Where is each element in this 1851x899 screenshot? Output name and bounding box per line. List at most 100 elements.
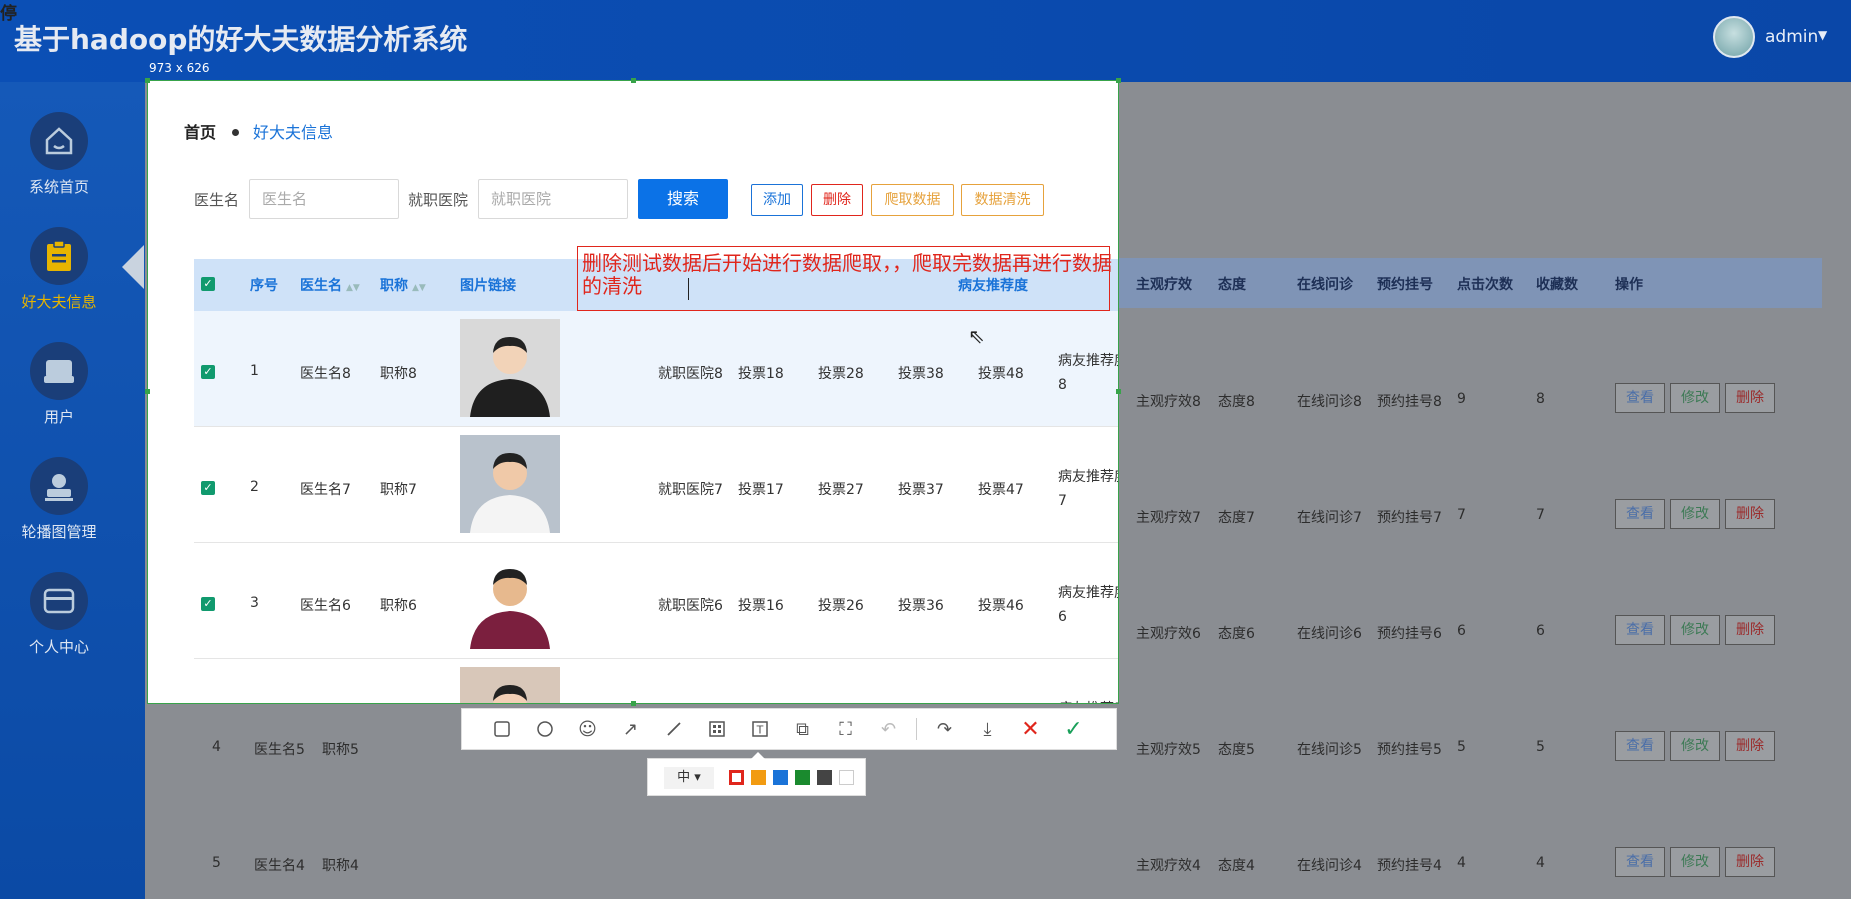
resize-handle[interactable] xyxy=(1116,389,1121,394)
row-edit-button[interactable]: 修改 xyxy=(1670,615,1720,645)
annotation-text[interactable]: 删除测试数据后开始进行数据爬取，，爬取完数据再进行数据的清洗 xyxy=(582,252,1112,298)
table-row[interactable] xyxy=(194,659,1118,703)
row-view-button[interactable]: 查看 xyxy=(1615,615,1665,645)
cell-recommendation: 病友推荐度 xyxy=(1058,697,1118,703)
row-checkbox[interactable]: ✓ xyxy=(201,597,215,611)
sidebar-item-home[interactable]: 系统首页 xyxy=(0,112,118,197)
line-icon[interactable] xyxy=(652,708,695,750)
row-edit-button[interactable]: 修改 xyxy=(1670,499,1720,529)
user-name[interactable]: admin xyxy=(1765,27,1818,47)
cell-v3: 投票37 xyxy=(898,482,944,498)
dim-cell-title: 职称5 xyxy=(322,742,359,758)
select-all-checkbox[interactable]: ✓ xyxy=(201,277,215,291)
check-icon[interactable]: ✓ xyxy=(1052,708,1095,750)
emoji-icon[interactable]: ☺ xyxy=(566,708,609,750)
row-edit-button[interactable]: 修改 xyxy=(1670,731,1720,761)
color-swatch-gray[interactable] xyxy=(817,770,832,785)
color-swatch-red[interactable] xyxy=(729,770,744,785)
size-dropdown[interactable]: 中 ▾ xyxy=(664,767,714,789)
arrow-icon[interactable]: ↗ xyxy=(609,708,652,750)
cell-title: 职称8 xyxy=(380,366,417,382)
row-edit-button[interactable]: 修改 xyxy=(1670,383,1720,413)
capture-size-label: 973 x 626 xyxy=(149,61,210,75)
resize-handle[interactable] xyxy=(145,389,150,394)
header-title[interactable]: 职称 ▲▼ xyxy=(380,275,426,295)
row-view-button[interactable]: 查看 xyxy=(1615,499,1665,529)
mouse-pointer-icon: ⇖ xyxy=(968,324,985,348)
row-delete-button[interactable]: 删除 xyxy=(1725,615,1775,645)
dim-cell-online: 在线问诊7 xyxy=(1297,510,1362,526)
hospital-search-input[interactable]: 就职医院 xyxy=(478,179,628,219)
share-icon[interactable]: ↷ xyxy=(923,708,966,750)
cell-recommendation: 病友推荐度 7 xyxy=(1058,469,1118,509)
undo-icon[interactable]: ↶ xyxy=(867,708,910,750)
row-checkbox[interactable]: ✓ xyxy=(201,481,215,495)
cell-v3: 投票38 xyxy=(898,366,944,382)
resize-handle[interactable] xyxy=(1116,78,1121,83)
dim-cell-attitude: 态度6 xyxy=(1218,626,1255,642)
cell-no: 1 xyxy=(250,363,259,379)
cell-name: 医生名7 xyxy=(300,482,351,498)
search-button[interactable]: 搜索 xyxy=(638,179,728,219)
close-icon[interactable]: ✕ xyxy=(1009,708,1052,750)
cell-v2: 投票26 xyxy=(818,598,864,614)
row-delete-button[interactable]: 删除 xyxy=(1725,731,1775,761)
dim-cell-clicks: 4 xyxy=(1457,855,1466,871)
avatar[interactable] xyxy=(1713,16,1755,58)
text-icon[interactable]: T xyxy=(738,708,781,750)
dim-cell-favs: 8 xyxy=(1536,391,1545,407)
row-delete-button[interactable]: 删除 xyxy=(1725,847,1775,877)
row-checkbox[interactable]: ✓ xyxy=(201,365,215,379)
row-delete-button[interactable]: 删除 xyxy=(1725,383,1775,413)
cell-no: 2 xyxy=(250,479,259,495)
dim-cell-effect: 主观疗效7 xyxy=(1136,510,1201,526)
dim-cell-booking: 预约挂号8 xyxy=(1377,394,1442,410)
crawl-button[interactable]: 爬取数据 xyxy=(871,184,954,216)
resize-handle[interactable] xyxy=(145,78,150,83)
dim-header-booking: 预约挂号 xyxy=(1377,277,1433,293)
mosaic-icon[interactable] xyxy=(695,708,738,750)
cell-v4: 投票48 xyxy=(978,366,1024,382)
row-view-button[interactable]: 查看 xyxy=(1615,847,1665,877)
color-swatch-blue[interactable] xyxy=(773,770,788,785)
sidebar-item-profile[interactable]: 个人中心 xyxy=(0,572,118,657)
sidebar-item-carousel[interactable]: 轮播图管理 xyxy=(0,457,118,542)
sidebar-item-doctors[interactable]: 好大夫信息 xyxy=(0,227,118,312)
cell-title: 职称6 xyxy=(380,598,417,614)
color-swatch-green[interactable] xyxy=(795,770,810,785)
row-delete-button[interactable]: 删除 xyxy=(1725,499,1775,529)
color-swatch-orange[interactable] xyxy=(751,770,766,785)
dim-cell-booking: 预约挂号7 xyxy=(1377,510,1442,526)
row-edit-button[interactable]: 修改 xyxy=(1670,847,1720,877)
sidebar-item-users[interactable]: 用户 xyxy=(0,342,118,427)
add-button[interactable]: 添加 xyxy=(751,184,803,216)
dim-cell-attitude: 态度7 xyxy=(1218,510,1255,526)
doctor-label: 医生名 xyxy=(194,191,240,209)
header-name[interactable]: 医生名 ▲▼ xyxy=(300,275,360,295)
clean-button[interactable]: 数据清洗 xyxy=(961,184,1044,216)
dim-cell-favs: 6 xyxy=(1536,623,1545,639)
capture-region: 首页 好大夫信息 医生名 医生名 就职医院 就职医院 搜索 添加 删除 爬取数据 … xyxy=(148,81,1118,703)
hospital-label: 就职医院 xyxy=(408,191,469,209)
cell-v1: 投票18 xyxy=(738,366,784,382)
download-icon[interactable]: ⤓ xyxy=(966,708,1009,750)
sidebar-item-label: 轮播图管理 xyxy=(21,523,97,541)
ocr-icon[interactable]: ⛶ xyxy=(824,708,867,750)
row-view-button[interactable]: 查看 xyxy=(1615,731,1665,761)
doctor-photo xyxy=(460,551,560,649)
copy-icon[interactable]: ⧉ xyxy=(781,708,824,750)
cell-recommendation: 病友推荐度 6 xyxy=(1058,585,1118,625)
rectangle-icon[interactable] xyxy=(480,708,523,750)
color-swatch-white[interactable] xyxy=(839,770,854,785)
dim-header-effect: 主观疗效 xyxy=(1136,277,1192,293)
chevron-down-icon[interactable]: ▼ xyxy=(1818,28,1827,42)
row-view-button[interactable]: 查看 xyxy=(1615,383,1665,413)
breadcrumb-home[interactable]: 首页 xyxy=(184,123,216,142)
resize-handle[interactable] xyxy=(631,78,636,83)
capture-toolbar: ☺ ↗ T ⧉ ⛶ ↶ ↷ ⤓ ✕ ✓ xyxy=(461,708,1117,750)
doctor-search-input[interactable]: 医生名 xyxy=(249,179,399,219)
resize-handle[interactable] xyxy=(631,701,636,706)
delete-button[interactable]: 删除 xyxy=(811,184,863,216)
ellipse-icon[interactable] xyxy=(523,708,566,750)
cell-name: 医生名8 xyxy=(300,366,351,382)
